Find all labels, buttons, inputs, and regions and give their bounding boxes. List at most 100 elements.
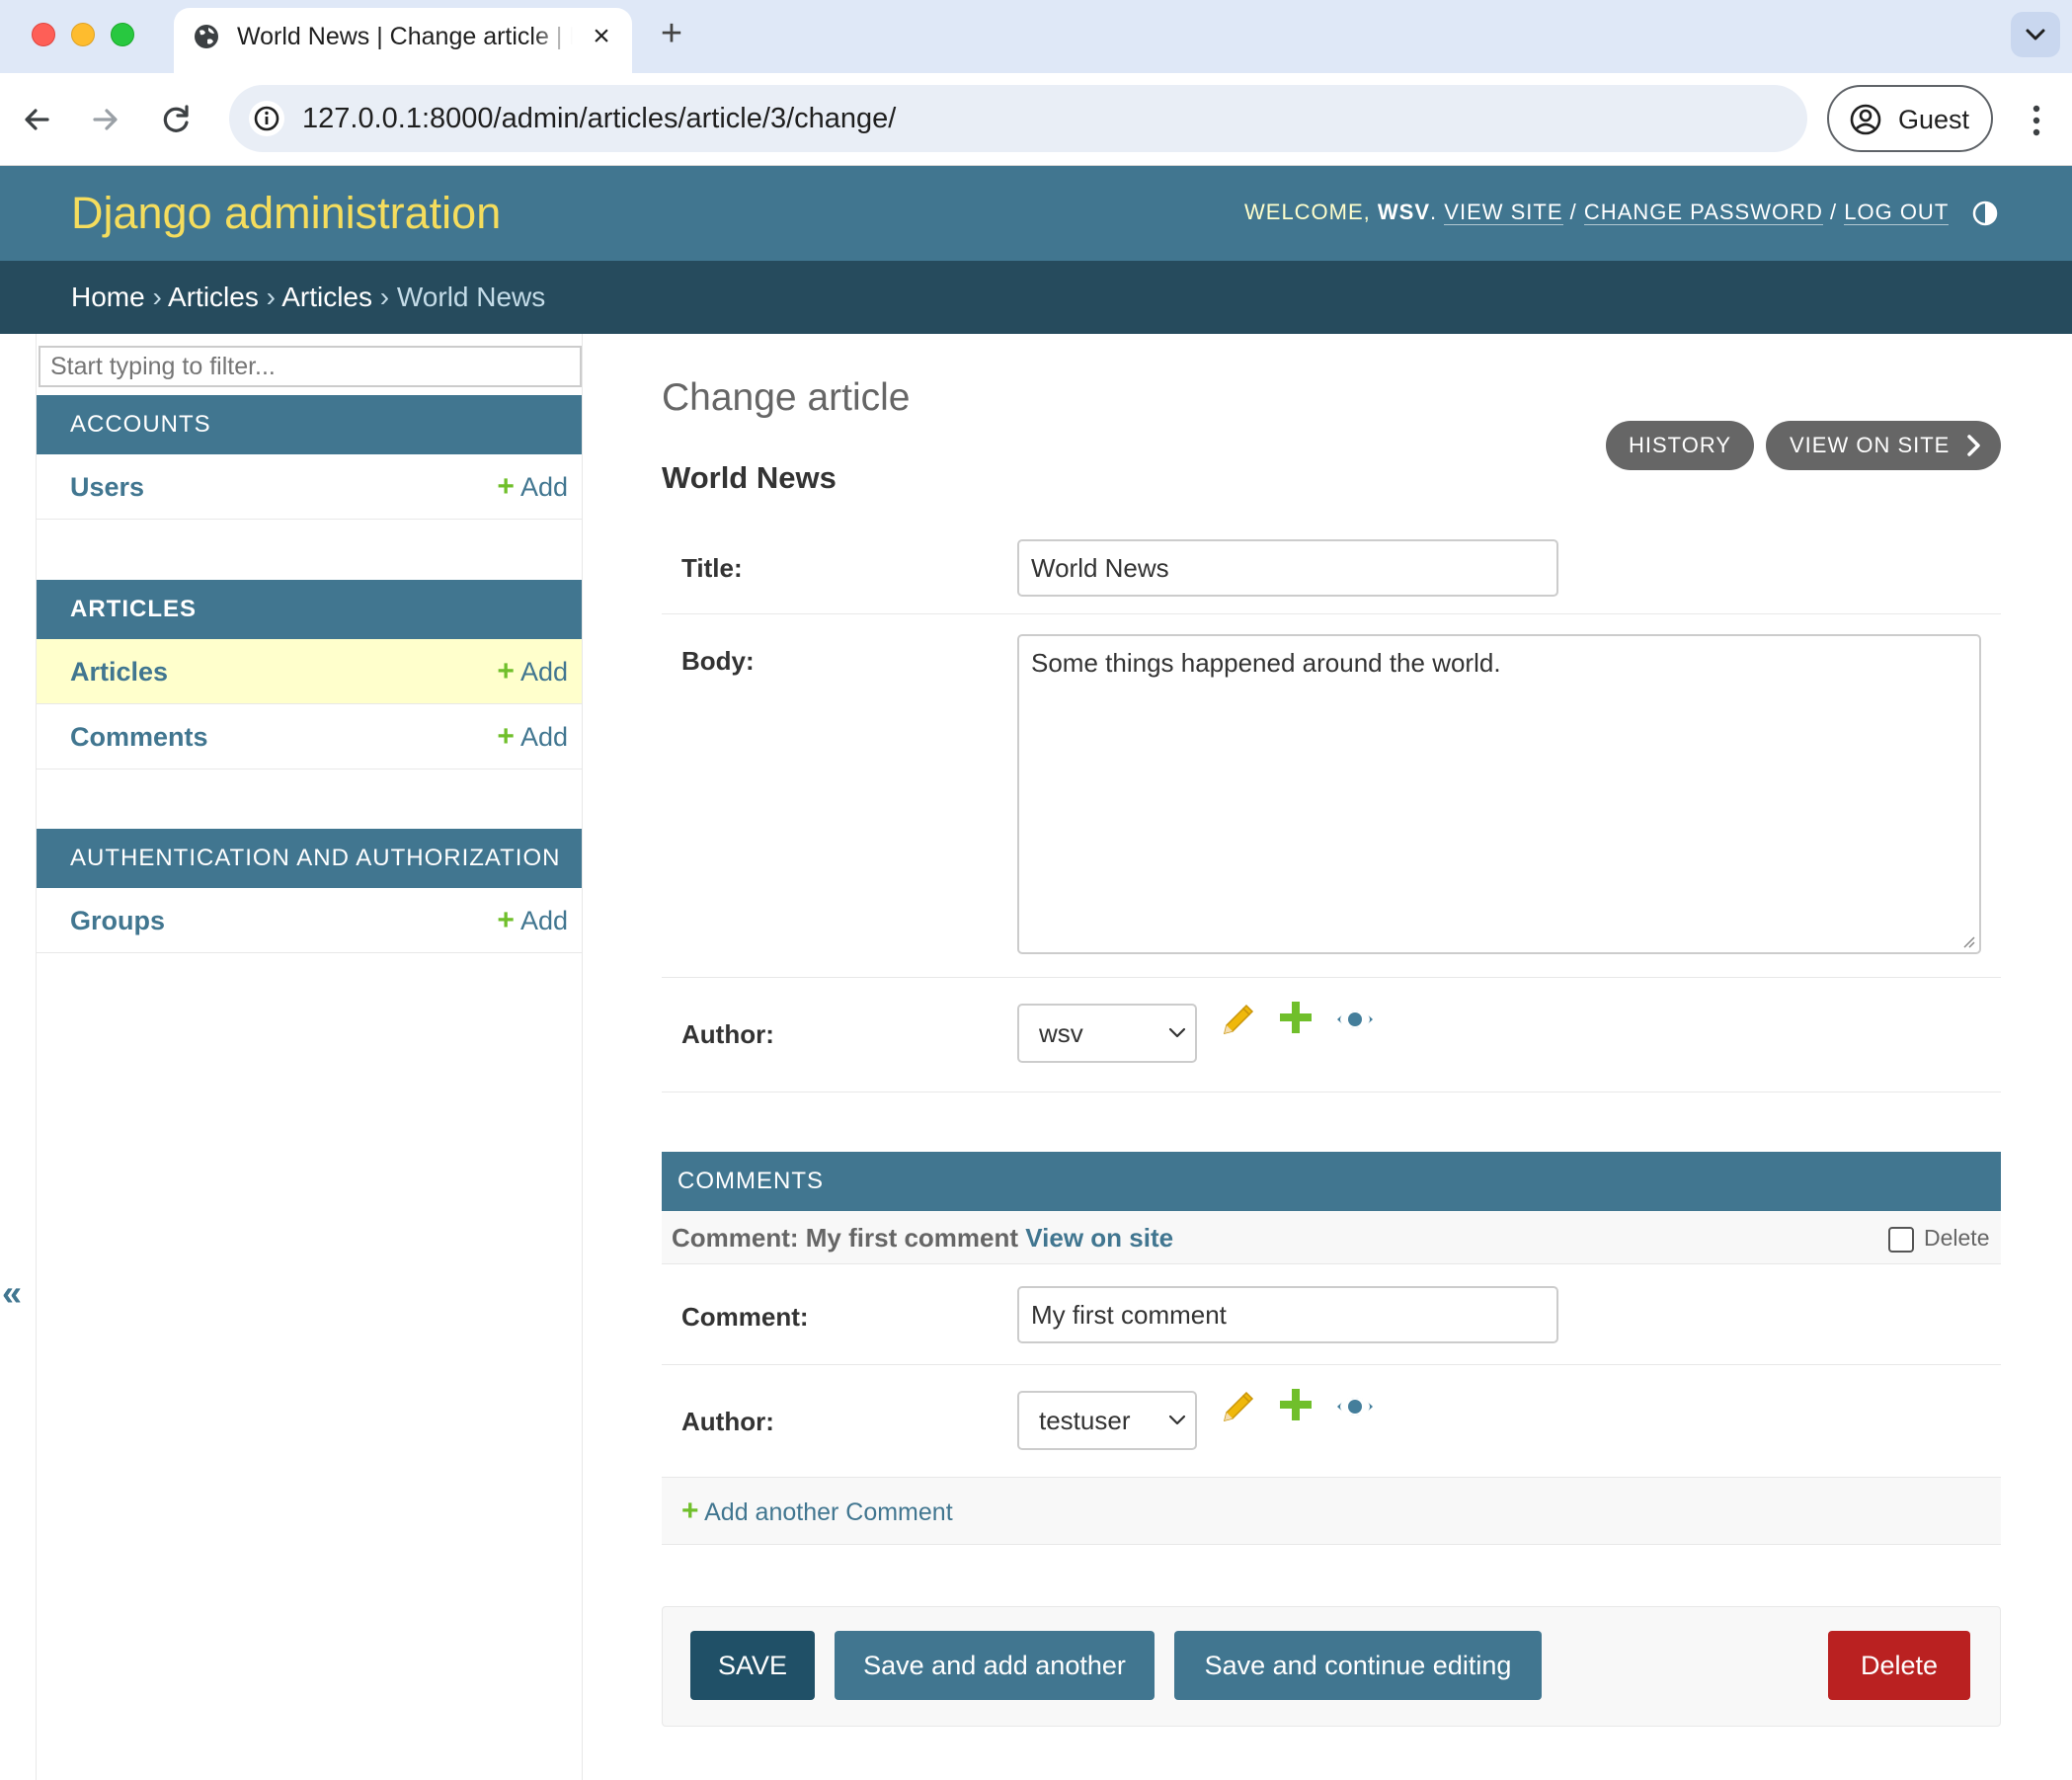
sidebar-link-articles[interactable]: Articles	[70, 655, 168, 688]
profile-button[interactable]: Guest	[1827, 85, 1993, 152]
add-articles-link[interactable]: + Add	[497, 655, 568, 688]
add-users-link[interactable]: + Add	[497, 470, 568, 504]
delete-checkbox[interactable]	[1888, 1227, 1914, 1253]
new-tab-button[interactable]: +	[652, 12, 691, 55]
form-row-author: Author: wsv	[662, 978, 2001, 1092]
comment-input[interactable]: My first comment	[1017, 1286, 1558, 1343]
forward-arrow-icon[interactable]	[81, 95, 130, 144]
breadcrumb-app[interactable]: Articles	[168, 282, 259, 312]
module-accounts: ACCOUNTS Users + Add	[37, 395, 582, 520]
body-text: Some things happened around the world.	[1031, 648, 1501, 678]
user-tools: WELCOME, WSV. VIEW SITE / CHANGE PASSWOR…	[1244, 200, 1949, 225]
site-branding[interactable]: Django administration	[71, 186, 501, 241]
page-title: Change article	[662, 376, 911, 419]
username: WSV	[1377, 200, 1431, 224]
add-groups-link[interactable]: + Add	[497, 904, 568, 937]
save-and-add-another-button[interactable]: Save and add another	[835, 1631, 1155, 1700]
inline-view-on-site-link[interactable]: View on site	[1025, 1223, 1173, 1253]
admin-header: Django administration WELCOME, WSV. VIEW…	[0, 166, 2072, 261]
add-comments-link[interactable]: + Add	[497, 720, 568, 754]
module-caption-articles[interactable]: ARTICLES	[37, 580, 582, 639]
add-another-comment-row[interactable]: + Add another Comment	[662, 1478, 2001, 1545]
comment-author-select[interactable]: testuser	[1017, 1391, 1197, 1450]
add-label: Add	[519, 906, 568, 935]
comment-label: Comment:	[681, 1302, 809, 1332]
site-info-icon[interactable]	[249, 101, 284, 136]
globe-icon	[195, 25, 218, 48]
add-related-icon[interactable]	[1276, 1385, 1315, 1424]
inline-caption: COMMENTS	[662, 1152, 2001, 1211]
inline-item-title: Comment: My first comment View on site	[672, 1221, 1173, 1254]
module-caption-accounts[interactable]: ACCOUNTS	[37, 395, 582, 454]
chevron-down-icon	[2026, 29, 2045, 40]
account-circle-icon	[1850, 104, 1881, 135]
browser-tab-bar: World News | Change article | Django sit…	[0, 0, 2072, 73]
author-select[interactable]: wsv	[1017, 1004, 1197, 1063]
browser-tab-active[interactable]: World News | Change article | Django sit…	[174, 8, 632, 73]
pencil-icon[interactable]	[1217, 1389, 1256, 1428]
add-related-icon[interactable]	[1276, 998, 1315, 1037]
submit-row: SAVE Save and add another Save and conti…	[662, 1606, 2001, 1727]
window-close-button[interactable]	[32, 23, 55, 46]
log-out-link[interactable]: LOG OUT	[1844, 200, 1949, 225]
title-label: Title:	[681, 553, 743, 583]
delete-button[interactable]: Delete	[1828, 1631, 1970, 1700]
sidebar-item-users: Users + Add	[37, 454, 582, 520]
add-label: Add	[519, 472, 568, 502]
sidebar-link-groups[interactable]: Groups	[70, 904, 165, 937]
breadcrumb-current: World News	[396, 282, 546, 312]
comments-inline-group: COMMENTS Comment: My first comment View …	[662, 1152, 2001, 1264]
sidebar-item-comments: Comments + Add	[37, 704, 582, 769]
reload-icon[interactable]	[152, 95, 201, 144]
sidebar-link-users[interactable]: Users	[70, 470, 144, 504]
sidebar-filter-input[interactable]	[39, 346, 582, 387]
window-minimize-button[interactable]	[71, 23, 95, 46]
body-textarea[interactable]: Some things happened around the world.	[1017, 634, 1981, 954]
nav-sidebar: ACCOUNTS Users + Add ARTICLES Articles +…	[36, 334, 583, 1780]
plus-icon: +	[497, 470, 515, 503]
window-zoom-button[interactable]	[111, 23, 134, 46]
profile-label: Guest	[1898, 105, 1970, 134]
save-button[interactable]: SAVE	[690, 1631, 815, 1700]
breadcrumb-home[interactable]: Home	[71, 282, 145, 312]
add-label: Add	[519, 722, 568, 752]
add-another-comment-link[interactable]: + Add another Comment	[681, 1496, 953, 1528]
add-another-comment-label: Add another Comment	[704, 1498, 953, 1526]
plus-icon: +	[497, 655, 515, 688]
plus-icon: +	[497, 904, 515, 936]
plus-icon: +	[497, 720, 515, 753]
view-on-site-label: VIEW ON SITE	[1790, 433, 1951, 457]
title-input[interactable]: World News	[1017, 539, 1558, 597]
delete-checkbox-label[interactable]: Delete	[1924, 1223, 1989, 1253]
save-and-continue-button[interactable]: Save and continue editing	[1174, 1631, 1542, 1700]
tab-search-button[interactable]	[2011, 12, 2060, 57]
sidebar-item-groups: Groups + Add	[37, 888, 582, 953]
object-name: World News	[662, 460, 837, 495]
object-tools: HISTORY VIEW ON SITE	[1606, 421, 2001, 470]
toggle-sidebar-icon[interactable]: «	[2, 1272, 22, 1314]
view-on-site-button[interactable]: VIEW ON SITE	[1766, 421, 2001, 470]
welcome-text: WELCOME,	[1244, 200, 1371, 224]
history-button[interactable]: HISTORY	[1606, 421, 1754, 470]
module-auth: AUTHENTICATION AND AUTHORIZATION Groups …	[37, 829, 582, 953]
breadcrumb-model[interactable]: Articles	[281, 282, 372, 312]
change-password-link[interactable]: CHANGE PASSWORD	[1583, 200, 1823, 225]
eye-icon[interactable]	[1335, 1387, 1375, 1426]
eye-icon[interactable]	[1335, 1000, 1375, 1039]
back-arrow-icon[interactable]	[12, 95, 61, 144]
module-caption-auth[interactable]: AUTHENTICATION AND AUTHORIZATION	[37, 829, 582, 888]
author-select-value: wsv	[1039, 1018, 1083, 1048]
tab-close-icon[interactable]: ×	[585, 20, 618, 53]
more-menu-icon[interactable]	[2019, 99, 2054, 142]
view-site-link[interactable]: VIEW SITE	[1444, 200, 1563, 225]
theme-toggle-icon[interactable]	[1971, 200, 1999, 227]
form-row-body: Body: Some things happened around the wo…	[662, 614, 2001, 978]
add-label: Add	[519, 657, 568, 687]
address-bar[interactable]: 127.0.0.1:8000/admin/articles/article/3/…	[229, 85, 1807, 152]
form-row-comment-author: Author: testuser	[662, 1365, 2001, 1478]
module-articles: ARTICLES Articles + Add Comments + Add	[37, 580, 582, 769]
pencil-icon[interactable]	[1217, 1002, 1256, 1041]
url-text: 127.0.0.1:8000/admin/articles/article/3/…	[302, 103, 897, 134]
sidebar-link-comments[interactable]: Comments	[70, 720, 208, 754]
resize-handle-icon[interactable]	[1961, 934, 1975, 948]
